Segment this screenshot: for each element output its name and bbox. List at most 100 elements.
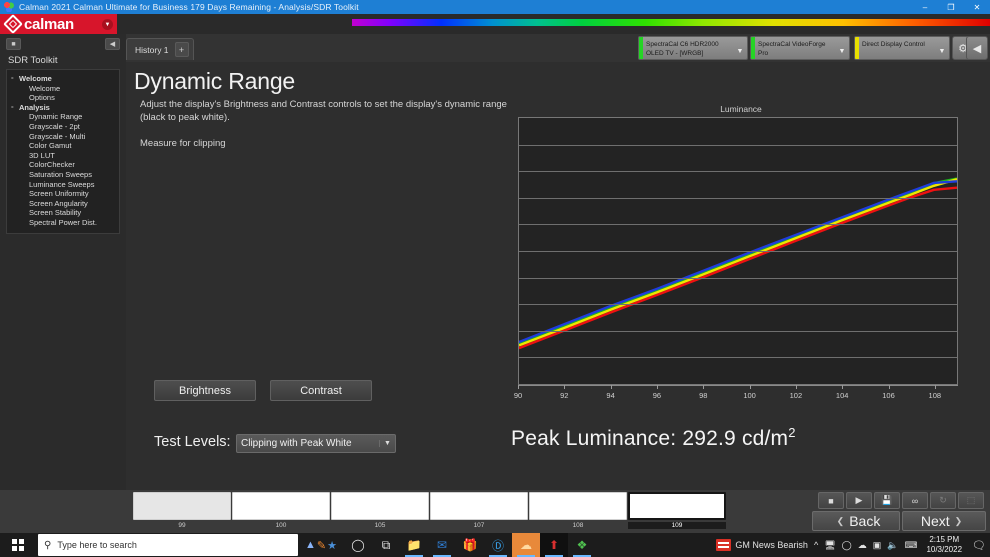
sidebar-item-saturation-sweeps[interactable]: Saturation Sweeps (7, 170, 119, 180)
patch-strip: 99 100 105 107 108 109 (133, 492, 727, 529)
edge-icon[interactable]: Ⓓ (484, 533, 512, 557)
sidebar-item-options[interactable]: Options (7, 93, 119, 103)
taskbar-search-input[interactable]: ⚲ Type here to search (38, 534, 298, 556)
chevron-down-icon[interactable]: ▼ (733, 37, 747, 59)
sidebar-back-icon[interactable]: ◀ (105, 38, 120, 50)
refresh-button[interactable]: ↻ (930, 492, 956, 509)
store-icon[interactable]: 🎁 (456, 533, 484, 557)
chart-gridline (519, 331, 957, 332)
patch-cell[interactable]: 108 (529, 492, 627, 529)
search-doodle-icon[interactable]: ▲ ✎ ★ (298, 534, 344, 556)
search-icon: ⚲ (44, 539, 52, 551)
history-tab[interactable]: History 1 + (126, 38, 194, 60)
patch-cell[interactable]: 99 (133, 492, 231, 529)
tray-device-icon[interactable]: 🖥 (824, 540, 835, 551)
sidebar-item-screen-uniformity[interactable]: Screen Uniformity (7, 189, 119, 199)
sidebar-item-color-gamut[interactable]: Color Gamut (7, 141, 119, 151)
meter-combo-line2: OLED TV - [WRGB] (646, 50, 704, 58)
patch-cell[interactable]: 109 (628, 492, 726, 529)
sidebar-item-grayscale-multi[interactable]: Grayscale - Multi (7, 132, 119, 142)
weather-icon[interactable]: ☁ (512, 533, 540, 557)
minimize-button[interactable]: – (912, 0, 938, 14)
sidebar-item-spectral-power-dist[interactable]: Spectral Power Dist. (7, 218, 119, 228)
brightness-button[interactable]: Brightness (154, 380, 256, 401)
toolbar-back-button[interactable]: ◀ (966, 36, 988, 60)
patch-cell[interactable]: 100 (232, 492, 330, 529)
page-description-secondary: Measure for clipping (140, 138, 226, 149)
system-tray: GM News Bearish ^ 🖥 ◯ ☁ ▣ 🔈 ⌨ 2:15 PM 10… (713, 535, 990, 555)
chevron-down-icon[interactable]: ▼ (102, 19, 113, 30)
patch-swatch[interactable] (529, 492, 627, 520)
display-control-combo[interactable]: Direct Display Control ▼ (854, 36, 950, 60)
patch-swatch[interactable] (430, 492, 528, 520)
sidebar-group-welcome[interactable]: Welcome (7, 73, 119, 84)
test-levels-value: Clipping with Peak White (241, 438, 352, 449)
play-button[interactable]: ▶ (846, 492, 872, 509)
sidebar-item-welcome[interactable]: Welcome (7, 84, 119, 94)
sidebar-item-grayscale-2pt[interactable]: Grayscale - 2pt (7, 122, 119, 132)
sidebar-item-colorchecker[interactable]: ColorChecker (7, 160, 119, 170)
clock-time: 2:15 PM (929, 535, 960, 544)
maximize-button[interactable]: ❐ (938, 0, 964, 14)
chart-x-tick-label: 106 (882, 391, 895, 400)
tray-sync-icon[interactable]: ▣ (873, 540, 882, 551)
sidebar-group-analysis[interactable]: Analysis (7, 102, 119, 113)
chevron-down-icon[interactable]: ▼ (379, 440, 395, 447)
patch-swatch[interactable] (331, 492, 429, 520)
patch-cell[interactable]: 107 (430, 492, 528, 529)
taskbar-clock[interactable]: 2:15 PM 10/3/2022 (926, 535, 962, 555)
close-button[interactable]: ✕ (964, 0, 990, 14)
tray-network-icon[interactable]: ◯ (842, 540, 852, 551)
calman-diamond-icon (3, 14, 23, 34)
tray-chevron-up-icon[interactable]: ^ (814, 540, 818, 550)
file-explorer-icon[interactable]: 📁 (400, 533, 428, 557)
tray-volume-icon[interactable]: 🔈 (887, 540, 898, 551)
sidebar-menu-icon[interactable]: ■ (6, 38, 21, 50)
chevron-right-icon: ❯ (954, 515, 963, 526)
patch-label: 107 (473, 522, 485, 529)
patch-label: 100 (275, 522, 287, 529)
start-button[interactable] (0, 533, 36, 557)
window-titlebar: Calman 2021 Calman Ultimate for Business… (0, 0, 990, 14)
sidebar-item-screen-angularity[interactable]: Screen Angularity (7, 199, 119, 209)
chart-x-tick (795, 385, 797, 389)
next-button[interactable]: Next ❯ (902, 511, 986, 531)
notification-center-icon[interactable]: 🗨 (972, 539, 986, 552)
stop-button[interactable]: ■ (818, 492, 844, 509)
sidebar-node-label: Luminance Sweeps (29, 179, 95, 189)
calman-taskbar-icon[interactable]: ❖ (568, 533, 596, 557)
sidebar-item-3d-lut[interactable]: 3D LUT (7, 151, 119, 161)
patch-swatch[interactable] (133, 492, 231, 520)
windows-taskbar: ⚲ Type here to search ▲ ✎ ★ ◯ ⧉ 📁 ✉ 🎁 Ⓓ … (0, 533, 990, 557)
patch-swatch[interactable] (232, 492, 330, 520)
sidebar-item-dynamic-range[interactable]: Dynamic Range (7, 112, 119, 122)
save-button[interactable]: 💾 (874, 492, 900, 509)
sidebar-node-label: Dynamic Range (29, 112, 83, 122)
tray-onedrive-icon[interactable]: ☁ (858, 540, 867, 551)
contrast-button[interactable]: Contrast (270, 380, 372, 401)
chevron-down-icon[interactable]: ▼ (835, 37, 849, 59)
news-text: GM News Bearish (735, 540, 808, 550)
continuous-button[interactable]: ∞ (902, 492, 928, 509)
news-widget[interactable]: GM News Bearish (716, 539, 808, 551)
patch-swatch[interactable] (628, 492, 726, 520)
cortana-icon[interactable]: ◯ (344, 533, 372, 557)
patch-cell[interactable]: 105 (331, 492, 429, 529)
chevron-down-icon[interactable]: ▼ (935, 37, 949, 59)
extra-button[interactable]: ⬚ (958, 492, 984, 509)
control-combo-text: Direct Display Control (862, 41, 925, 48)
sidebar-item-screen-stability[interactable]: Screen Stability (7, 208, 119, 218)
meter-selector-combo[interactable]: SpectraCal C6 HDR2000 OLED TV - [WRGB] ▼ (638, 36, 748, 60)
chart-x-tick (842, 385, 844, 389)
add-tab-button[interactable]: + (174, 42, 189, 57)
task-view-icon[interactable]: ⧉ (372, 533, 400, 557)
mail-icon[interactable]: ✉ (428, 533, 456, 557)
test-levels-select[interactable]: Clipping with Peak White ▼ (236, 434, 396, 453)
sidebar-item-luminance-sweeps[interactable]: Luminance Sweeps (7, 180, 119, 190)
tray-keyboard-icon[interactable]: ⌨ (904, 540, 917, 551)
calman-logo[interactable]: calman ▼ (0, 14, 117, 34)
back-label: Back (849, 513, 881, 529)
pattern-source-combo[interactable]: SpectraCal VideoForge Pro ▼ (750, 36, 850, 60)
upload-icon[interactable]: ⬆ (540, 533, 568, 557)
back-button[interactable]: ❮ Back (812, 511, 900, 531)
